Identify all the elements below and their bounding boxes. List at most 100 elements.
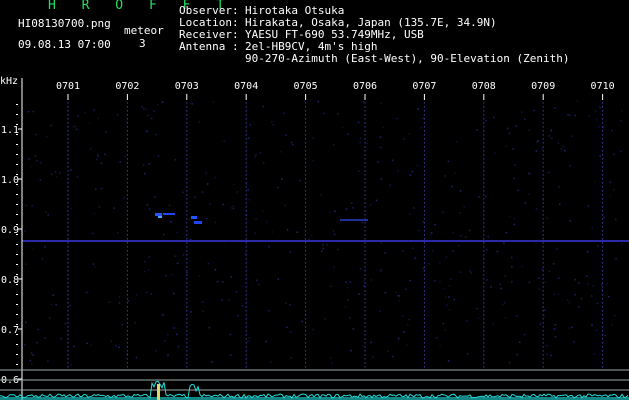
noise-speck — [118, 346, 120, 349]
gridline-dot — [602, 146, 604, 148]
gridline-dot — [364, 138, 366, 140]
gridline-dot — [186, 274, 188, 276]
noise-speck — [334, 210, 336, 212]
gridline-dot — [186, 206, 188, 208]
gridline-dot — [364, 142, 366, 144]
x-tick-label: 0708 — [472, 81, 496, 92]
noise-speck — [398, 300, 401, 302]
gridline-dot — [483, 214, 485, 216]
gridline-dot — [186, 366, 188, 368]
gridline-dot — [186, 250, 188, 252]
noise-speck — [346, 299, 349, 301]
noise-speck — [268, 309, 270, 312]
noise-speck — [55, 303, 57, 306]
noise-speck — [397, 169, 399, 172]
gridline-dot — [483, 118, 485, 120]
noise-speck — [241, 305, 244, 307]
noise-speck — [513, 223, 516, 226]
noise-speck — [104, 153, 106, 156]
noise-speck — [528, 193, 530, 196]
gridline-dot — [67, 282, 69, 284]
noise-speck — [100, 187, 103, 190]
gridline-dot — [67, 330, 69, 332]
noise-speck — [423, 158, 426, 161]
gridline-dot — [305, 238, 307, 240]
noise-speck — [392, 355, 394, 358]
noise-speck — [543, 309, 546, 311]
gridline-dot — [305, 358, 307, 360]
gridline-dot — [126, 254, 128, 256]
noise-speck — [574, 278, 576, 281]
gridline-dot — [542, 142, 544, 144]
noise-speck — [36, 341, 38, 344]
gridline-dot — [364, 258, 366, 260]
gridline-dot — [542, 226, 544, 228]
noise-speck — [503, 301, 506, 304]
gridline-dot — [126, 242, 128, 244]
gridline-dot — [483, 206, 485, 208]
gridline-dot — [542, 170, 544, 172]
noise-speck — [597, 126, 600, 128]
gridline-dot — [245, 274, 247, 276]
gridline-dot — [423, 298, 425, 300]
noise-speck — [248, 337, 250, 339]
noise-speck — [147, 269, 150, 271]
gridline-dot — [364, 326, 366, 328]
noise-speck — [485, 195, 487, 198]
gridline-dot — [542, 206, 544, 208]
noise-speck — [148, 163, 150, 165]
noise-speck — [379, 270, 382, 272]
noise-speck — [550, 354, 552, 357]
gridline-dot — [126, 338, 128, 340]
gridline-dot — [186, 102, 188, 104]
gridline-dot — [423, 362, 425, 364]
noise-speck — [320, 194, 323, 196]
gridline-dot — [126, 342, 128, 344]
gridline-dot — [483, 294, 485, 296]
gridline-dot — [186, 218, 188, 220]
y-minor-tick — [16, 284, 18, 285]
noise-speck — [423, 267, 425, 270]
gridline-dot — [305, 134, 307, 136]
noise-speck — [84, 111, 86, 114]
noise-speck — [420, 127, 422, 129]
noise-speck — [162, 233, 165, 236]
gridline-dot — [542, 298, 544, 300]
gridline-dot — [602, 346, 604, 348]
noise-speck — [405, 288, 407, 290]
noise-speck — [182, 254, 185, 256]
gridline-dot — [67, 242, 69, 244]
noise-speck — [214, 269, 217, 271]
gridline-dot — [67, 102, 69, 104]
gridline-dot — [305, 190, 307, 192]
gridline-dot — [483, 170, 485, 172]
gridline-dot — [67, 122, 69, 124]
gridline-dot — [602, 266, 604, 268]
noise-speck — [92, 263, 95, 265]
gridline-dot — [364, 302, 366, 304]
noise-speck — [508, 216, 511, 218]
gridline-dot — [245, 154, 247, 156]
gridline-dot — [305, 182, 307, 184]
gridline-dot — [245, 286, 247, 288]
noise-speck — [154, 196, 156, 198]
gridline-dot — [245, 190, 247, 192]
gridline-dot — [423, 210, 425, 212]
gridline-dot — [305, 342, 307, 344]
gridline-dot — [483, 318, 485, 320]
noise-speck — [528, 129, 530, 132]
noise-speck — [370, 341, 372, 344]
noise-speck — [236, 191, 238, 193]
gridline-dot — [186, 214, 188, 216]
gridline-dot — [364, 330, 366, 332]
gridline-dot — [542, 358, 544, 360]
gridline-dot — [364, 110, 366, 112]
gridline-dot — [602, 250, 604, 252]
gridline-dot — [245, 362, 247, 364]
noise-speck — [604, 334, 607, 337]
gridline-dot — [245, 146, 247, 148]
gridline-dot — [305, 214, 307, 216]
gridline-dot — [364, 274, 366, 276]
noise-speck — [448, 285, 451, 287]
noise-speck — [146, 130, 148, 133]
